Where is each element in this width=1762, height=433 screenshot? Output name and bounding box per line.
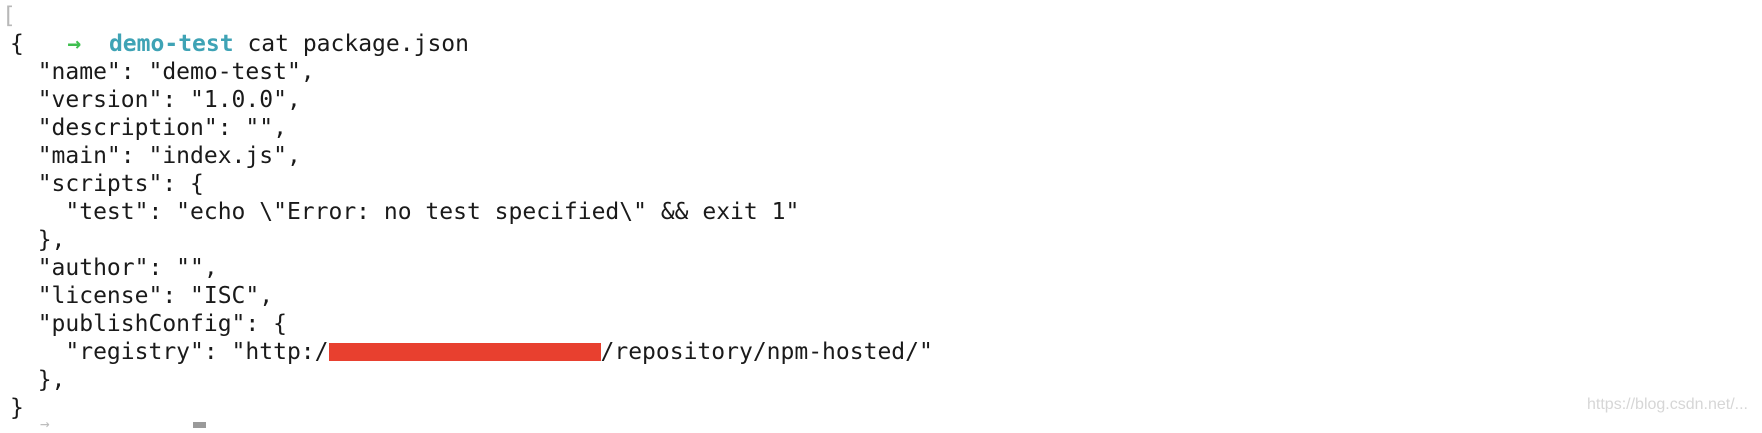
prompt-bracket: [ [2,3,16,29]
terminal-window[interactable]: [→ demo-test cat package.json { "name": … [0,0,1762,428]
output-line: "version": "1.0.0", [10,87,301,113]
output-line: "author": "", [10,255,218,281]
watermark: https://blog.csdn.net/... [1587,396,1748,413]
redacted-host [328,343,601,361]
output-line: { [10,31,24,57]
output-line-registry: "registry": "http:/ /repository/npm-hoste… [10,338,1762,366]
output-line: "main": "index.js", [10,143,301,169]
output-line: "publishConfig": { [10,311,287,337]
output-line: }, [10,367,66,393]
output-line: "description": "", [10,115,287,141]
registry-suffix: /repository/npm-hosted/" [600,339,933,365]
prompt-line: [→ demo-test cat package.json [2,2,1762,57]
output-line: } [10,395,24,421]
text-cursor [193,422,206,428]
registry-prefix: "registry": "http:/ [10,339,329,365]
output-line: "license": "ISC", [10,283,274,309]
next-prompt-arrow-icon: → [40,414,50,433]
output-line: "scripts": { [10,171,204,197]
output-line: "test": "echo \"Error: no test specified… [10,199,800,225]
output-line: }, [10,227,66,253]
output-line: "name": "demo-test", [10,59,315,85]
